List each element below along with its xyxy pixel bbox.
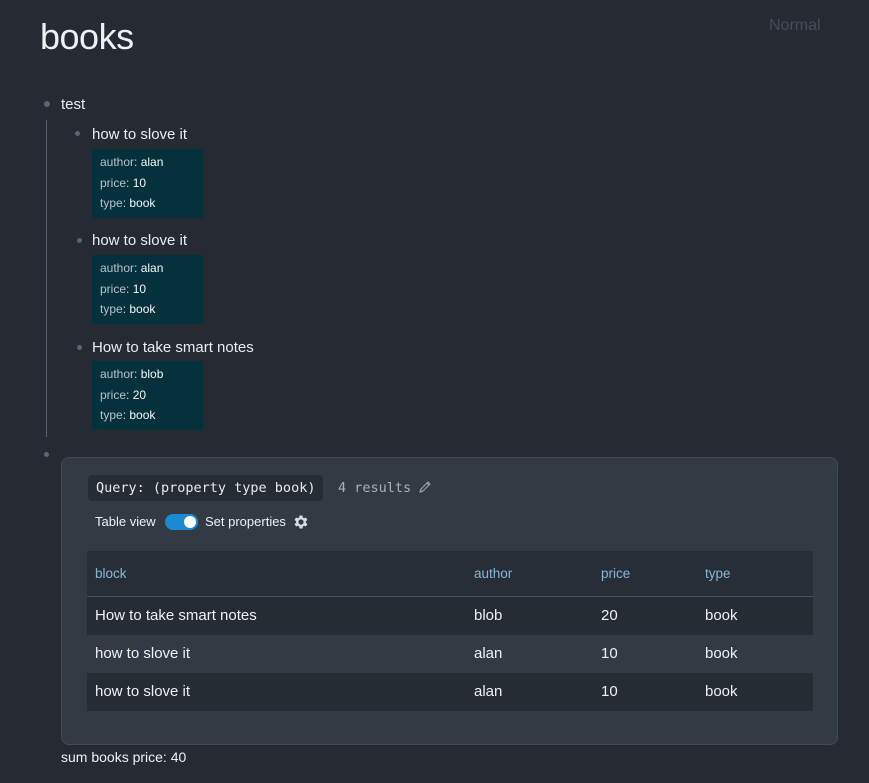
property-row: type: book: [100, 302, 156, 316]
property-key[interactable]: price: [100, 388, 126, 402]
table-header: block author price type: [87, 551, 813, 597]
block-properties: author: blob price: 20 type: book: [92, 361, 203, 430]
set-properties-label[interactable]: Set properties: [205, 514, 286, 529]
table-view-label: Table view: [95, 514, 156, 529]
property-key[interactable]: type: [100, 302, 123, 316]
query-results-card: Query: (property type book) 4 results Ta…: [61, 457, 838, 745]
block-properties: author: alan price: 10 type: book: [92, 149, 203, 218]
property-row: price: 20: [100, 388, 147, 402]
sum-price-summary: sum books price: 40: [61, 749, 187, 765]
property-value[interactable]: book: [129, 408, 155, 422]
children-thread-line[interactable]: [46, 120, 47, 437]
property-value[interactable]: 20: [133, 388, 146, 402]
table-view-toggle[interactable]: [165, 514, 198, 530]
table-row[interactable]: how to slove it alan 10 book: [87, 673, 813, 711]
result-count: 4 results: [338, 480, 412, 496]
block-bullet[interactable]: [44, 452, 49, 457]
property-value[interactable]: alan: [141, 261, 164, 275]
block-title[interactable]: how to slove it: [92, 126, 187, 143]
cell-author: alan: [474, 645, 503, 662]
editor-mode-label[interactable]: Normal: [769, 17, 821, 35]
column-header-author[interactable]: author: [474, 566, 512, 581]
property-value[interactable]: alan: [141, 155, 164, 169]
query-label[interactable]: Query: (property type book): [88, 475, 324, 501]
toggle-knob: [184, 516, 196, 528]
property-value[interactable]: 10: [133, 282, 146, 296]
block-bullet[interactable]: [77, 238, 82, 243]
pencil-icon[interactable]: [418, 480, 432, 494]
property-value[interactable]: book: [129, 196, 155, 210]
table-row[interactable]: how to slove it alan 10 book: [87, 635, 813, 673]
cell-author: blob: [474, 607, 503, 624]
block-properties: author: alan price: 10 type: book: [92, 255, 203, 324]
block-root-text[interactable]: test: [61, 96, 85, 113]
cell-block[interactable]: How to take smart notes: [95, 607, 257, 624]
cell-block[interactable]: how to slove it: [95, 645, 190, 662]
column-header-block[interactable]: block: [95, 566, 127, 581]
property-row: type: book: [100, 408, 156, 422]
property-value[interactable]: book: [129, 302, 155, 316]
table-row[interactable]: How to take smart notes blob 20 book: [87, 597, 813, 635]
column-header-type[interactable]: type: [705, 566, 731, 581]
block-bullet[interactable]: [75, 131, 80, 136]
property-key[interactable]: price: [100, 282, 126, 296]
cell-author: alan: [474, 683, 503, 700]
block-bullet[interactable]: [44, 101, 50, 107]
property-row: author: alan: [100, 261, 164, 275]
property-row: author: alan: [100, 155, 164, 169]
property-key[interactable]: author: [100, 367, 134, 381]
page-title[interactable]: books: [40, 16, 134, 58]
cell-type: book: [705, 683, 738, 700]
column-header-price[interactable]: price: [601, 566, 630, 581]
cell-price: 10: [601, 645, 618, 662]
cell-price: 10: [601, 683, 618, 700]
property-value[interactable]: 10: [133, 176, 146, 190]
property-row: price: 10: [100, 282, 147, 296]
property-row: type: book: [100, 196, 156, 210]
property-key[interactable]: type: [100, 408, 123, 422]
cell-type: book: [705, 607, 738, 624]
cell-price: 20: [601, 607, 618, 624]
block-bullet[interactable]: [77, 345, 82, 350]
property-value[interactable]: blob: [141, 367, 164, 381]
cell-type: book: [705, 645, 738, 662]
gear-icon[interactable]: [292, 513, 310, 531]
block-title[interactable]: How to take smart notes: [92, 339, 254, 356]
property-row: author: blob: [100, 367, 164, 381]
property-key[interactable]: price: [100, 176, 126, 190]
property-key[interactable]: author: [100, 261, 134, 275]
property-row: price: 10: [100, 176, 147, 190]
block-title[interactable]: how to slove it: [92, 232, 187, 249]
property-key[interactable]: author: [100, 155, 134, 169]
cell-block[interactable]: how to slove it: [95, 683, 190, 700]
property-key[interactable]: type: [100, 196, 123, 210]
